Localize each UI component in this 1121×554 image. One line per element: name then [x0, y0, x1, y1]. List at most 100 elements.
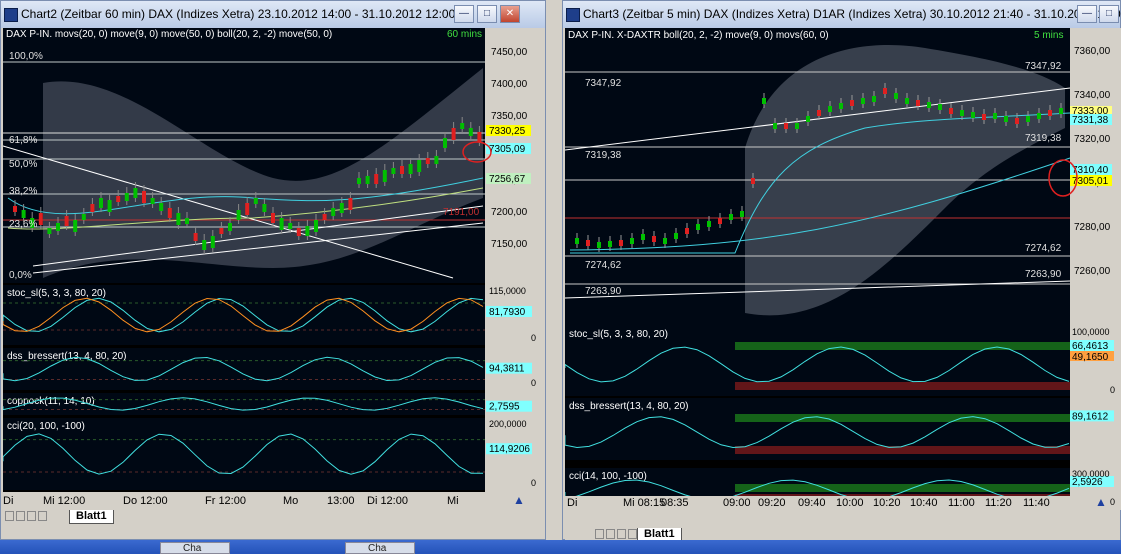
candle	[839, 103, 843, 109]
y-axis-tick: 7400,00	[491, 79, 528, 90]
taskbar-item-chart[interactable]: Cha	[345, 542, 415, 554]
minimize-button[interactable]: —	[454, 5, 474, 23]
x-axis-tick: 09:00	[723, 497, 751, 509]
panel-value-2: 49,1650	[1072, 352, 1109, 363]
candle	[124, 193, 129, 201]
level-label: 7274,62	[1025, 243, 1062, 254]
panel-value: 66,4613	[1072, 341, 1109, 352]
candle	[13, 206, 17, 212]
chart2-window: Chart2 (Zeitbar 60 min) DAX (Indizes Xet…	[0, 0, 546, 540]
chart2-timeframe: 60 mins	[447, 29, 482, 40]
candle	[663, 238, 667, 244]
candle	[905, 98, 909, 104]
panel-title: stoc_sl(5, 3, 3, 80, 20)	[569, 329, 668, 340]
sheet-first-button[interactable]	[595, 529, 604, 539]
x-axis-tick: Fr 12:00	[205, 495, 246, 507]
y-axis-tick: 7350,00	[491, 111, 528, 122]
candle	[938, 104, 942, 110]
fib-label: 50,0%	[9, 159, 37, 170]
candle	[64, 216, 69, 226]
candle	[38, 213, 43, 225]
x-axis-tick: 10:40	[910, 497, 938, 509]
sheet-first-button[interactable]	[5, 511, 14, 521]
price-label-1: 7330,25	[489, 126, 526, 137]
candle	[861, 98, 865, 104]
candle	[245, 203, 250, 215]
level-label: 7347,92	[1025, 61, 1062, 72]
taskbar: Cha Cha	[0, 540, 1121, 554]
candle	[729, 214, 733, 220]
fib-label: 100,0%	[9, 51, 43, 62]
sheet-prev-button[interactable]	[606, 529, 615, 539]
candle	[784, 123, 788, 129]
chart2-titlebar[interactable]: Chart2 (Zeitbar 60 min) DAX (Indizes Xet…	[1, 1, 545, 28]
candle	[993, 113, 997, 119]
maximize-button[interactable]: □	[477, 5, 497, 23]
chart2-sheetbar: Blatt1	[3, 510, 543, 524]
x-axis-tick: Mo	[283, 495, 298, 507]
candle	[107, 200, 112, 212]
x-axis-tick: 10:00	[836, 497, 864, 509]
x-axis-tick: Mi 08:15	[623, 497, 665, 509]
candle	[806, 116, 810, 122]
app-icon	[4, 8, 18, 22]
sheet-next-button[interactable]	[27, 511, 36, 521]
panel-scale-top: 300,0000	[1072, 469, 1110, 479]
candle	[597, 242, 601, 248]
candle	[762, 98, 766, 104]
candle	[630, 238, 634, 244]
candle	[47, 228, 52, 234]
candle	[202, 240, 207, 250]
chart2-svg[interactable]: 7450,007400,007350,007300,007250,007200,…	[3, 28, 543, 510]
taskbar-item-chart[interactable]: Cha	[160, 542, 230, 554]
sheet-last-button[interactable]	[628, 529, 637, 539]
candle	[150, 198, 155, 204]
pen-icon[interactable]: ▲	[1095, 495, 1107, 509]
y-axis-tick: 7150,00	[491, 239, 528, 250]
fib-label: 38,2%	[9, 186, 37, 197]
chart3-area[interactable]: 7360,007340,007320,007300,007280,007260,…	[565, 28, 1121, 510]
minimize-button[interactable]: —	[1077, 5, 1097, 23]
candle	[271, 213, 275, 223]
chart3-window: Chart3 (Zeitbar 5 min) DAX (Indizes Xetr…	[562, 0, 1121, 542]
price-label-3: 7256,67	[489, 174, 526, 185]
panel-scale-zero: 0	[1110, 497, 1115, 507]
pen-icon[interactable]: ▲	[513, 493, 525, 507]
x-axis-tick: Do 12:00	[123, 495, 168, 507]
candle	[288, 223, 293, 229]
candle	[176, 213, 181, 225]
candle	[883, 88, 887, 94]
candle	[21, 210, 26, 218]
maximize-button[interactable]: □	[1099, 5, 1119, 23]
candle	[314, 220, 318, 232]
candle	[262, 204, 267, 212]
sheet-prev-button[interactable]	[16, 511, 25, 521]
panel-title: dss_bressert(13, 4, 80, 20)	[7, 351, 127, 362]
chart3-titlebar[interactable]: Chart3 (Zeitbar 5 min) DAX (Indizes Xetr…	[563, 1, 1121, 28]
candle	[56, 223, 60, 231]
chart2-area[interactable]: 7450,007400,007350,007300,007250,007200,…	[3, 28, 543, 510]
panel-scale-zero: 0	[531, 333, 536, 343]
candle	[408, 164, 413, 174]
sheet-next-button[interactable]	[617, 529, 626, 539]
candle	[331, 208, 336, 216]
panel-title: cci(20, 100, -100)	[7, 421, 85, 432]
x-axis-tick: 09:40	[798, 497, 826, 509]
chart3-svg[interactable]: 7360,007340,007320,007300,007280,007260,…	[565, 28, 1121, 510]
candle	[707, 221, 711, 227]
candle	[608, 241, 612, 247]
sheet-tab-blatt1[interactable]: Blatt1	[69, 510, 114, 524]
y-axis-tick: 7280,00	[1074, 222, 1111, 233]
candle	[751, 178, 755, 184]
candle	[575, 238, 579, 244]
panel-value: 89,1612	[1072, 411, 1109, 422]
panel-title: dss_bressert(13, 4, 80, 20)	[569, 401, 689, 412]
candle	[348, 198, 353, 210]
candle	[619, 240, 623, 246]
x-axis-tick: Mi	[447, 495, 459, 507]
candle	[142, 191, 146, 203]
candle	[795, 123, 799, 129]
candle	[460, 123, 465, 129]
sheet-last-button[interactable]	[38, 511, 47, 521]
close-button[interactable]: ✕	[500, 5, 520, 23]
